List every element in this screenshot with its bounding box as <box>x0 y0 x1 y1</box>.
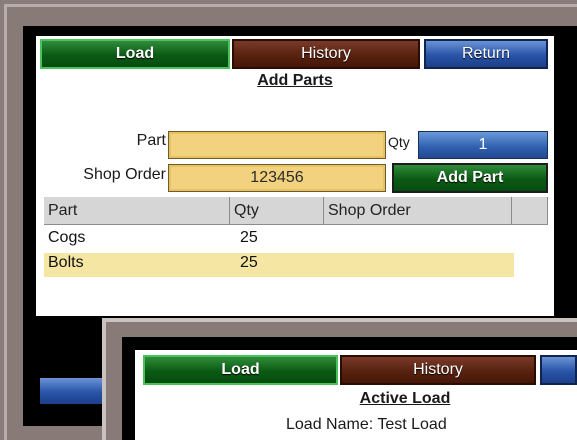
column-header-qty[interactable]: Qty <box>230 197 324 225</box>
tab-load-label: Load <box>115 45 155 62</box>
cell-part: Cogs <box>48 229 86 246</box>
part-input[interactable] <box>168 131 386 159</box>
tab-load-active[interactable]: Load <box>143 355 338 385</box>
cell-qty: 25 <box>240 254 258 271</box>
shop-order-input[interactable]: 123456 <box>168 164 386 192</box>
load-name-line: Load Name: Test Load <box>286 416 546 438</box>
table-row[interactable]: Cogs 25 <box>44 229 514 251</box>
part-label: Part <box>136 132 166 149</box>
qty-input[interactable]: 1 <box>418 131 548 159</box>
page-title: Add Parts <box>257 72 333 89</box>
shop-order-label: Shop Order <box>83 166 166 183</box>
column-header-shop-order[interactable]: Shop Order <box>324 197 512 225</box>
column-header-filler <box>512 197 548 225</box>
tab-return-active-partial[interactable] <box>540 355 577 385</box>
load-name-label: Load Name: <box>286 416 374 433</box>
tab-load-active-label: Load <box>221 361 260 378</box>
tab-load[interactable]: Load <box>40 39 230 69</box>
cell-qty: 25 <box>240 229 258 246</box>
tab-history-active-label: History <box>413 361 463 378</box>
tab-return-label: Return <box>461 45 511 62</box>
tab-history-label: History <box>301 45 351 62</box>
table-row-selected[interactable]: Bolts 25 <box>44 253 514 277</box>
bottom-button-partial[interactable] <box>40 378 110 404</box>
tab-history[interactable]: History <box>232 39 420 69</box>
load-name-value: Test Load <box>377 416 447 433</box>
tab-history-active[interactable]: History <box>340 355 536 385</box>
add-part-button-label: Add Part <box>436 169 504 186</box>
add-part-button[interactable]: Add Part <box>392 163 548 193</box>
page-title-active-load: Active Load <box>359 390 451 407</box>
qty-label: Qty <box>388 134 410 150</box>
column-header-part[interactable]: Part <box>44 197 230 225</box>
tab-return[interactable]: Return <box>424 39 548 69</box>
cell-part: Bolts <box>48 254 84 271</box>
